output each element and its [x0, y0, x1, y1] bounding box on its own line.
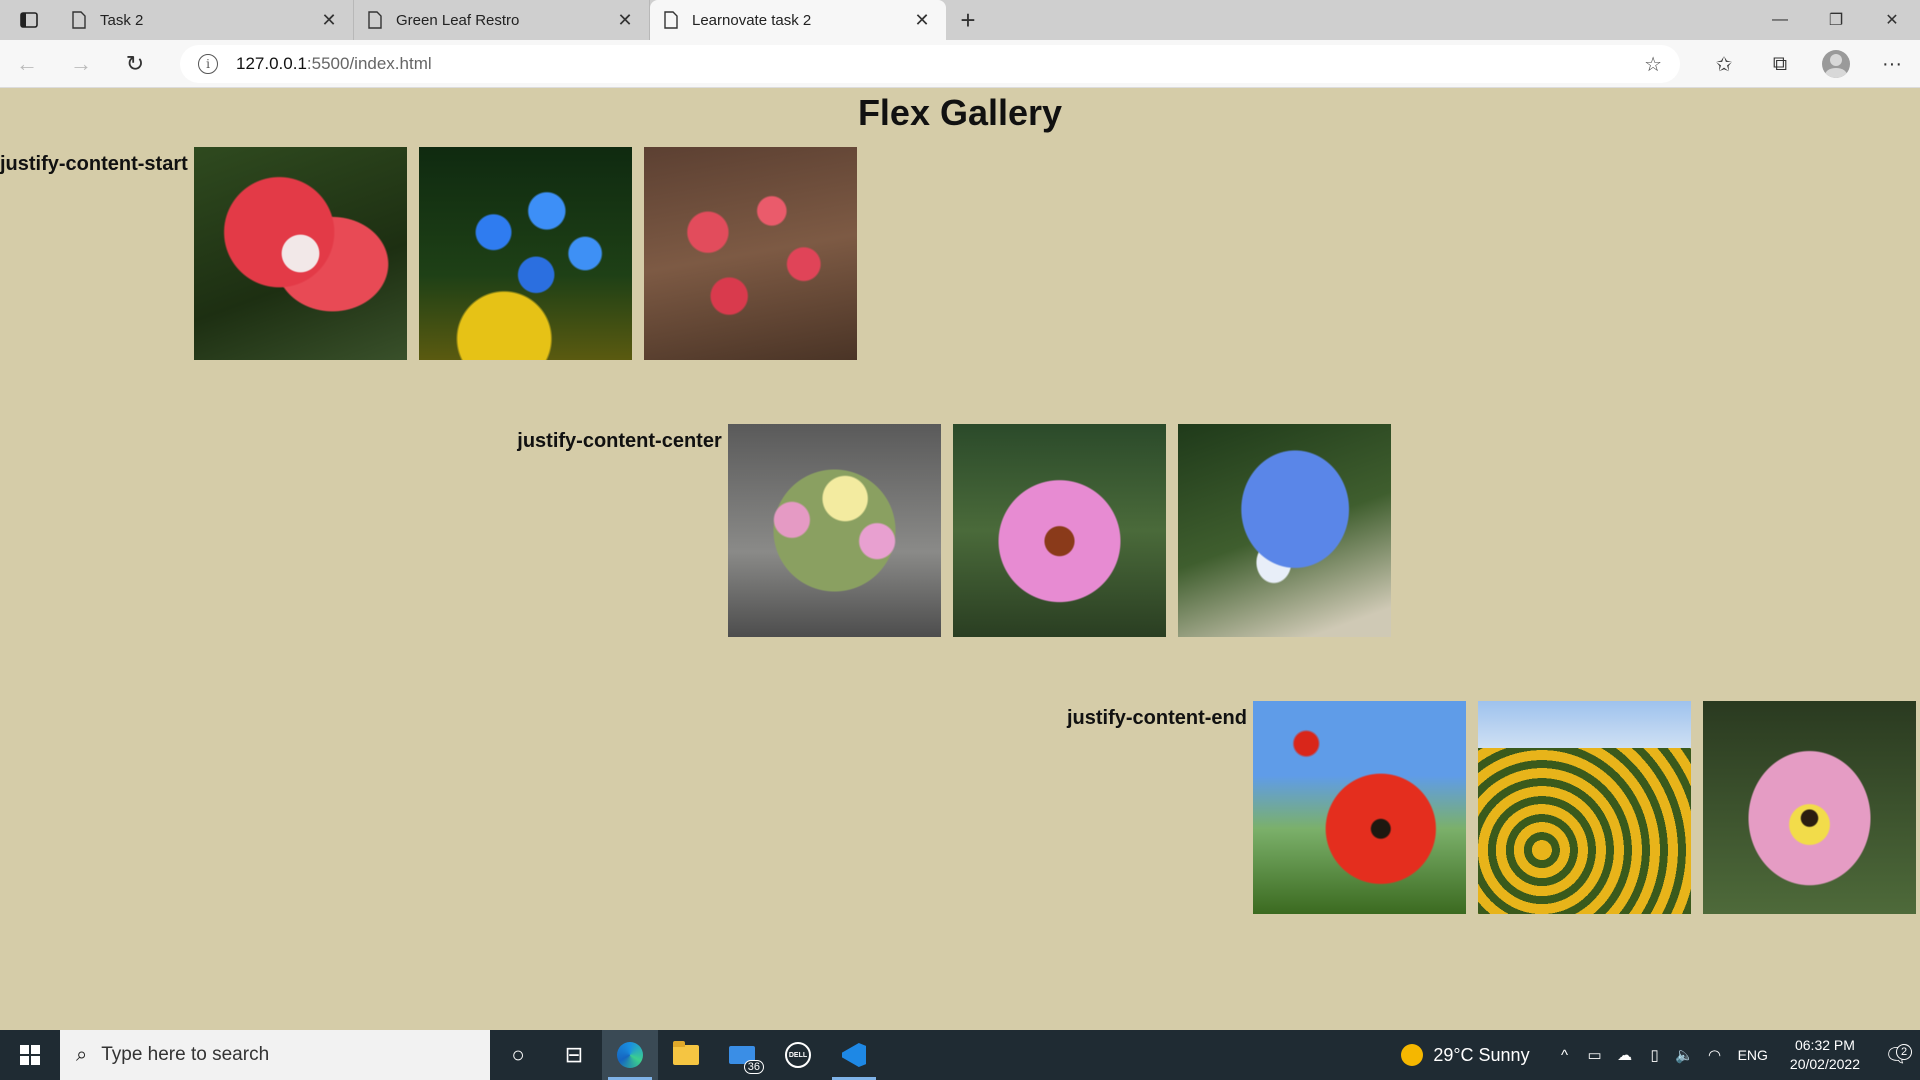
taskbar-search[interactable]: ⌕ Type here to search: [60, 1030, 490, 1080]
gallery-row-center: justify-content-center: [0, 424, 1920, 637]
cloud-icon[interactable]: ☁: [1610, 1046, 1640, 1064]
collections-icon: ⧉: [1772, 52, 1788, 75]
tab-title: Green Leaf Restro: [396, 11, 520, 29]
window-controls: — ❐ ✕: [1752, 0, 1920, 40]
tab-strip: Task 2 ✕ Green Leaf Restro ✕ Learnovate …: [0, 0, 1920, 40]
wifi-icon[interactable]: ◠: [1700, 1046, 1730, 1064]
info-icon[interactable]: i: [198, 54, 218, 74]
notifications-button[interactable]: 🗨 2: [1874, 1043, 1920, 1068]
flower-image-tulip: [1703, 701, 1916, 914]
tab-actions-icon: [20, 12, 38, 28]
clock[interactable]: 06:32 PM 20/02/2022: [1790, 1036, 1860, 1074]
flower-image-amaryllis: [193, 147, 407, 360]
volume-icon[interactable]: 🔈: [1670, 1046, 1700, 1064]
back-button[interactable]: ←: [0, 40, 54, 88]
search-placeholder: Type here to search: [101, 1044, 270, 1065]
tab-close-icon[interactable]: ✕: [319, 10, 339, 31]
windows-taskbar: ⌕ Type here to search ○ ⊟ 36 DELL 29°C S…: [0, 1030, 1920, 1080]
battery-icon[interactable]: ▭: [1580, 1046, 1610, 1064]
minimize-button[interactable]: —: [1752, 0, 1808, 40]
folder-icon: [673, 1041, 699, 1065]
page-icon: [664, 11, 678, 29]
url-path: :5500/index.html: [306, 54, 432, 73]
dell-button[interactable]: DELL: [770, 1030, 826, 1080]
tab-close-icon[interactable]: ✕: [912, 10, 932, 31]
edge-taskbar-button[interactable]: [602, 1030, 658, 1080]
more-icon: ···: [1882, 52, 1902, 75]
url-host: 127.0.0.1: [236, 54, 307, 73]
file-explorer-button[interactable]: [658, 1030, 714, 1080]
arrow-right-icon: →: [70, 50, 92, 76]
flower-image-bouquet: [727, 424, 941, 637]
address-bar[interactable]: i 127.0.0.1:5500/index.html ☆: [180, 45, 1680, 83]
tab-learnovate-task-2[interactable]: Learnovate task 2 ✕: [650, 0, 946, 40]
avatar-icon: [1822, 50, 1850, 78]
flower-image-coneflower: [952, 424, 1166, 637]
collections-button[interactable]: ⧉: [1752, 40, 1808, 88]
star-plus-icon[interactable]: ☆: [1644, 52, 1662, 77]
flower-image-sunflowers: [1478, 701, 1691, 914]
chevron-up-icon[interactable]: ^: [1550, 1047, 1580, 1064]
refresh-icon: ↻: [125, 50, 145, 76]
tab-green-leaf-restro[interactable]: Green Leaf Restro ✕: [354, 0, 650, 40]
vscode-button[interactable]: [826, 1030, 882, 1080]
row-label: justify-content-start: [0, 153, 188, 175]
settings-more-button[interactable]: ···: [1864, 40, 1920, 88]
tab-close-icon[interactable]: ✕: [615, 10, 635, 31]
tab-title: Learnovate task 2: [692, 11, 812, 29]
start-button[interactable]: [0, 1030, 60, 1080]
sun-icon: [1401, 1044, 1424, 1066]
refresh-button[interactable]: ↻: [108, 40, 162, 88]
flower-image-forget-me-not: [418, 147, 632, 360]
close-window-button[interactable]: ✕: [1864, 0, 1920, 40]
search-icon: ⌕: [76, 1043, 88, 1066]
windows-logo-icon: [20, 1045, 40, 1065]
mail-badge: 36: [743, 1060, 764, 1074]
flower-image-quince-blossom: [643, 147, 857, 360]
vscode-icon: [842, 1043, 866, 1067]
flower-image-poppy: [1253, 701, 1466, 914]
new-tab-button[interactable]: +: [946, 0, 990, 40]
mail-button[interactable]: 36: [714, 1030, 770, 1080]
favorites-icon: ✩: [1715, 53, 1733, 76]
gallery-row-end: justify-content-end: [0, 701, 1920, 914]
browser-toolbar: ← → ↻ i 127.0.0.1:5500/index.html ☆ ✩ ⧉ …: [0, 40, 1920, 88]
toolbar-right: ✩ ⧉ ···: [1696, 40, 1920, 88]
tab-task-2[interactable]: Task 2 ✕: [58, 0, 354, 40]
flower-image-morning-glory: [1177, 424, 1391, 637]
cortana-icon: ○: [511, 1042, 525, 1067]
system-tray: 29°C Sunny ^ ▭ ☁ ▯ 🔈 ◠ ENG 06:32 PM 20/0…: [1401, 1030, 1920, 1080]
cortana-button[interactable]: ○: [490, 1030, 546, 1080]
clock-time: 06:32 PM: [1794, 1037, 1855, 1053]
arrow-left-icon: ←: [16, 50, 38, 76]
dell-icon: DELL: [785, 1042, 811, 1068]
page-icon: [72, 11, 86, 29]
profile-button[interactable]: [1808, 40, 1864, 88]
device-icon[interactable]: ▯: [1640, 1046, 1670, 1064]
row-label: justify-content-center: [517, 430, 722, 452]
task-view-icon: ⊟: [564, 1042, 584, 1067]
page-content: Flex Gallery justify-content-start justi…: [0, 89, 1920, 1030]
favorites-button[interactable]: ✩: [1696, 40, 1752, 88]
notification-count: 2: [1896, 1043, 1912, 1060]
edge-icon: [617, 1042, 643, 1068]
weather-text[interactable]: 29°C Sunny: [1433, 1045, 1529, 1066]
tab-actions-button[interactable]: [0, 0, 58, 40]
task-view-button[interactable]: ⊟: [546, 1030, 602, 1080]
forward-button[interactable]: →: [54, 40, 108, 88]
gallery-row-start: justify-content-start: [0, 147, 1920, 360]
row-label: justify-content-end: [1067, 707, 1247, 729]
tab-title: Task 2: [100, 11, 144, 29]
language-indicator[interactable]: ENG: [1738, 1047, 1768, 1063]
page-title: Flex Gallery: [857, 92, 1063, 133]
restore-button[interactable]: ❐: [1808, 0, 1864, 40]
clock-date: 20/02/2022: [1789, 1056, 1860, 1072]
page-icon: [368, 11, 382, 29]
